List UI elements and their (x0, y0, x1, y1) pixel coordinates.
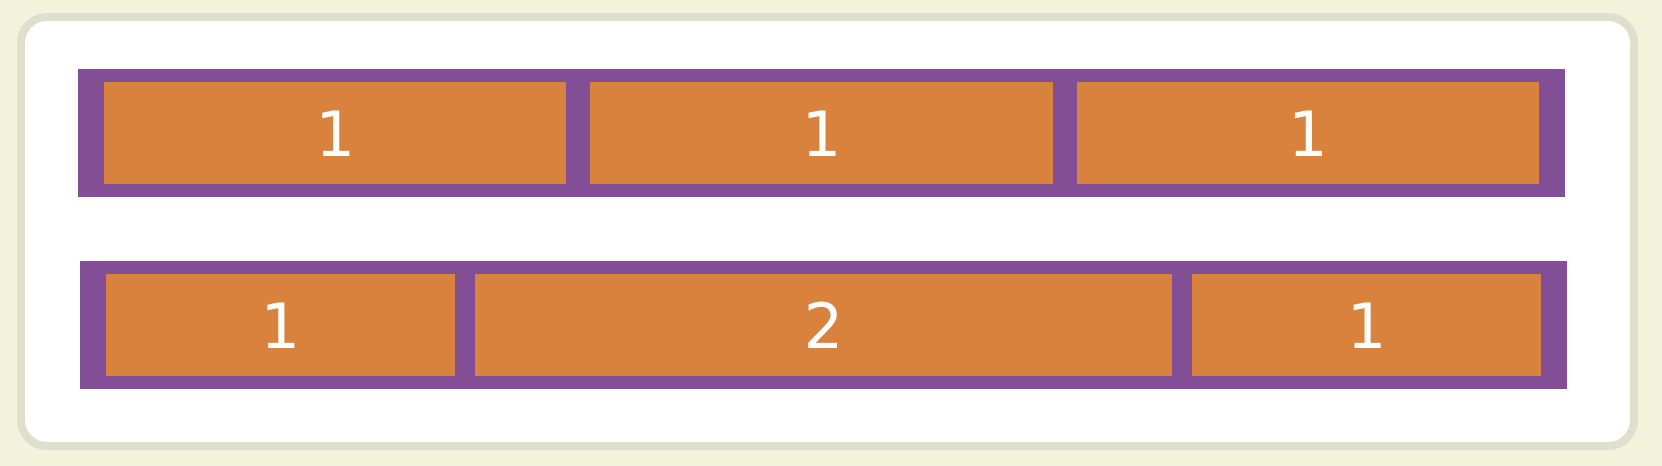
flex-grow-label: 2 (803, 290, 844, 363)
flex-grow-label: 1 (1346, 290, 1387, 363)
flex-grow-label: 1 (801, 98, 842, 171)
flex-container-weighted: 1 2 1 (80, 261, 1567, 389)
flex-grow-label: 1 (315, 98, 355, 171)
flex-item: 1 (1076, 82, 1539, 184)
flex-container-equal: 1 1 1 (78, 69, 1565, 197)
flex-grow-label: 1 (1288, 98, 1328, 171)
flex-item: 1 (590, 82, 1053, 184)
flex-item: 1 (106, 274, 455, 376)
flex-item: 1 (104, 82, 567, 184)
flex-grow-label: 1 (260, 290, 301, 363)
flex-item: 1 (1192, 274, 1541, 376)
flex-item: 2 (474, 274, 1173, 376)
